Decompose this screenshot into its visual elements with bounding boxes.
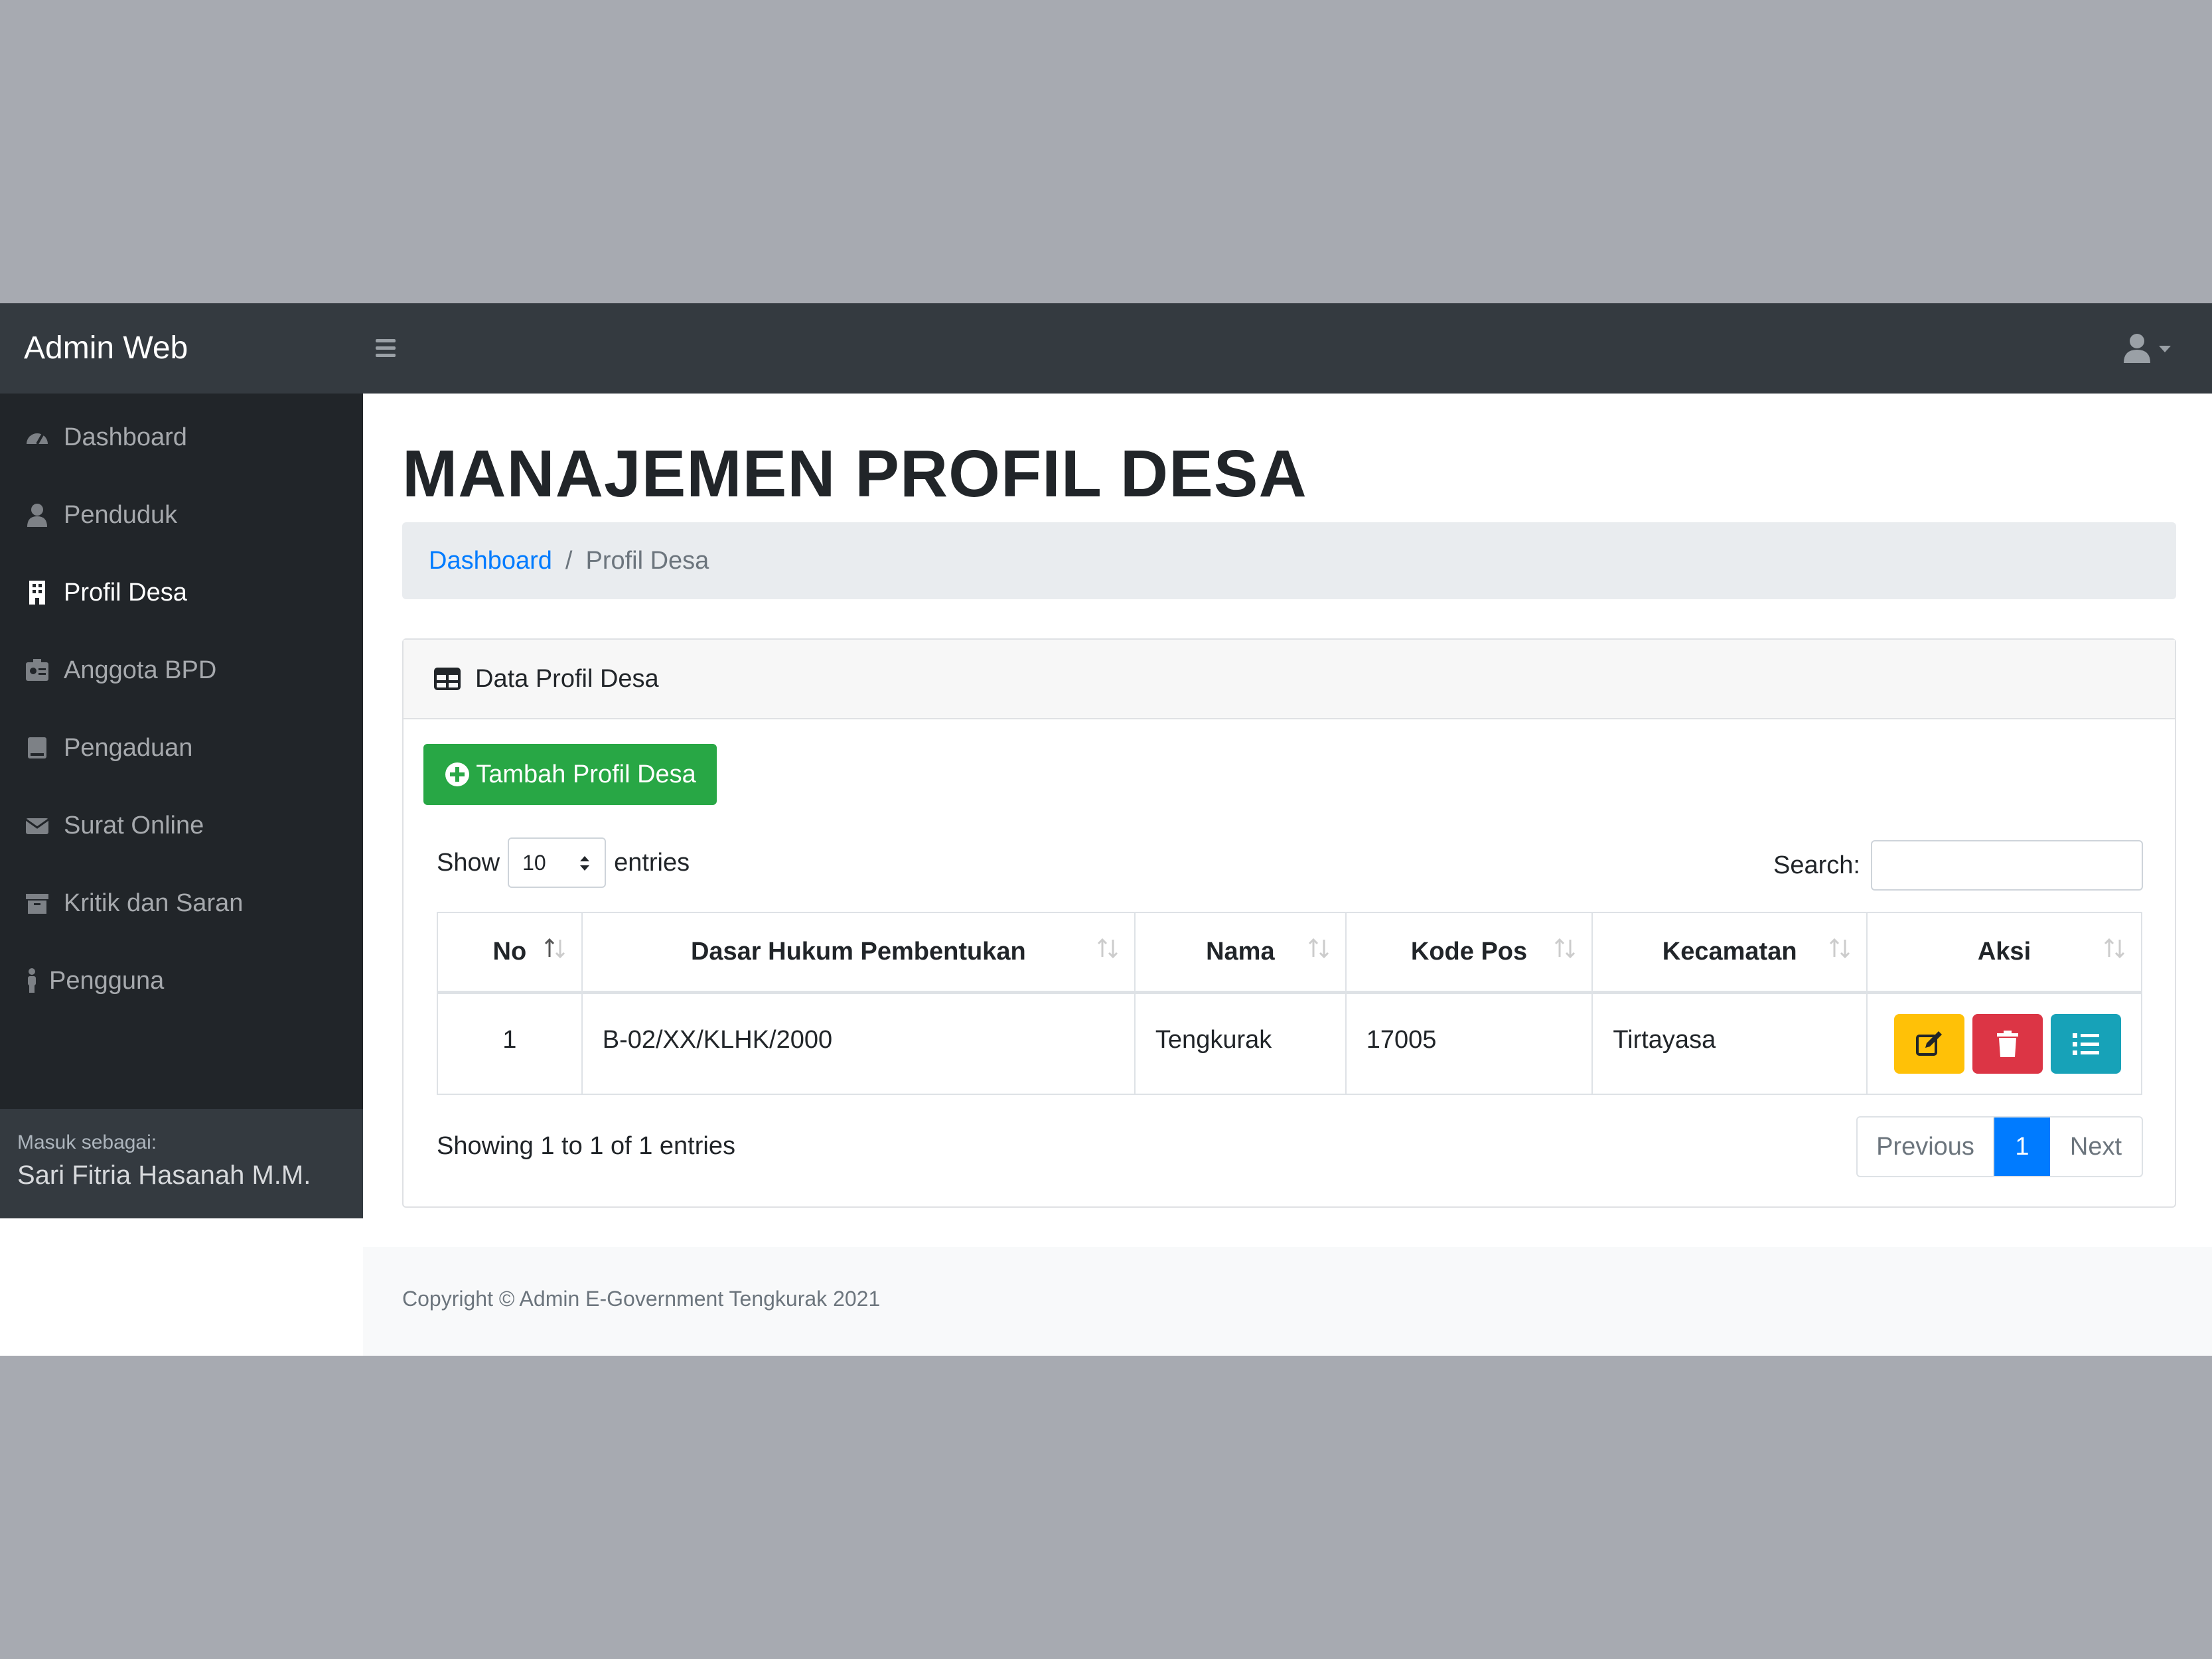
sidebar-item-anggota-bpd[interactable]: Anggota BPD [0,637,363,703]
sidebar-item-profil-desa[interactable]: Profil Desa [0,559,363,626]
top-navbar: Admin Web [0,303,2212,394]
search-control: Search: [1773,840,2143,891]
add-button-label: Tambah Profil Desa [476,760,696,788]
entries-length-control: Show 10 entries [437,837,690,888]
add-profil-desa-button[interactable]: Tambah Profil Desa [423,744,717,805]
sort-icon [1555,938,1576,959]
search-input[interactable] [1871,840,2143,891]
envelope-icon [24,812,50,839]
column-header-kecamatan[interactable]: Kecamatan [1591,912,1868,994]
column-header-label: Aksi [1977,937,2031,966]
sidebar-item-label: Pengguna [49,966,165,995]
entries-select-value: 10 [522,851,546,875]
sidebar-item-surat-online[interactable]: Surat Online [0,792,363,859]
sidebar-item-label: Kritik dan Saran [64,889,244,917]
hamburger-menu-icon[interactable] [370,332,402,364]
sidebar-item-label: Penduduk [64,500,178,529]
book-icon [24,735,50,761]
column-header-no[interactable]: No [437,912,583,994]
plus-circle-icon [444,761,471,788]
profil-desa-table: No Dasar Hukum Pembentukan Nama Kode Pos [437,912,2142,1095]
cell-aksi [1866,991,2142,1095]
page-footer: Copyright © Admin E-Government Tengkurak… [363,1247,2212,1356]
sidebar-item-dashboard[interactable]: Dashboard [0,404,363,470]
card-header: Data Profil Desa [404,640,2175,719]
table-header-row: No Dasar Hukum Pembentukan Nama Kode Pos [437,912,2142,994]
building-icon [24,579,50,606]
column-header-dasar-hukum[interactable]: Dasar Hukum Pembentukan [581,912,1136,994]
sidebar-item-penduduk[interactable]: Penduduk [0,482,363,548]
delete-button[interactable] [1972,1013,2043,1074]
card-title: Data Profil Desa [475,664,659,693]
cell-kode-pos: 17005 [1345,991,1593,1095]
sort-icon [2104,938,2125,959]
show-label: Show [437,848,500,877]
pagination-next-button[interactable]: Next [2050,1118,2142,1176]
table-icon [434,666,461,692]
caret-down-icon [2159,346,2171,352]
column-header-label: Dasar Hukum Pembentukan [690,937,1026,966]
user-dropdown[interactable] [2120,332,2180,366]
pagination-previous-button[interactable]: Previous [1858,1118,1994,1176]
sidebar: Dashboard Penduduk Profil Desa Anggota B… [0,394,363,1109]
male-icon [24,968,40,994]
sidebar-item-label: Profil Desa [64,578,187,607]
column-header-label: No [492,937,527,966]
search-label: Search: [1773,851,1860,879]
logged-in-user: Sari Fitria Hasanah M.M. [17,1161,311,1190]
sidebar-item-kritik-dan-saran[interactable]: Kritik dan Saran [0,870,363,936]
app-window: Admin Web Dashboard Penduduk Profil Desa… [0,303,2212,1356]
id-badge-icon [24,657,50,684]
breadcrumb-link-dashboard[interactable]: Dashboard [429,547,552,575]
sort-icon [1097,938,1118,959]
sort-select-icon [580,856,590,871]
pagination: Previous 1 Next [1856,1116,2143,1177]
cell-no: 1 [437,991,583,1095]
column-header-aksi[interactable]: Aksi [1866,912,2142,994]
entries-label: entries [614,848,690,877]
user-icon [24,502,50,528]
column-header-label: Kecamatan [1662,937,1797,966]
logged-in-label: Masuk sebagai: [17,1131,157,1153]
brand-title[interactable]: Admin Web [24,303,188,394]
table-row: 1 B-02/XX/KLHK/2000 Tengkurak 17005 Tirt… [437,991,2142,1095]
copyright-text: Copyright © Admin E-Government Tengkurak… [402,1287,881,1311]
sidebar-item-label: Dashboard [64,423,187,451]
sidebar-item-label: Pengaduan [64,733,193,762]
column-header-nama[interactable]: Nama [1134,912,1347,994]
edit-icon [1916,1031,1942,1056]
cell-nama: Tengkurak [1134,991,1347,1095]
page-title: MANAJEMEN PROFIL DESA [402,437,1307,511]
sort-asc-icon [544,938,565,959]
sidebar-item-label: Surat Online [64,811,204,839]
column-header-kode-pos[interactable]: Kode Pos [1345,912,1593,994]
sort-icon [1308,938,1329,959]
archive-icon [24,890,50,916]
data-card: Data Profil Desa Tambah Profil Desa Show… [402,638,2176,1208]
column-header-label: Nama [1206,937,1275,966]
edit-button[interactable] [1894,1013,1964,1074]
breadcrumb-current: Profil Desa [585,546,709,575]
trash-icon [1997,1030,2018,1057]
entries-select[interactable]: 10 [508,837,607,888]
sidebar-item-pengaduan[interactable]: Pengaduan [0,715,363,781]
cell-kecamatan: Tirtayasa [1591,991,1868,1095]
cell-dasar-hukum: B-02/XX/KLHK/2000 [581,991,1136,1095]
user-icon [2124,334,2171,363]
sidebar-footer: Masuk sebagai: Sari Fitria Hasanah M.M. [0,1109,363,1218]
tachometer-icon [24,424,50,451]
table-info: Showing 1 to 1 of 1 entries [437,1132,735,1160]
sort-icon [1829,938,1850,959]
breadcrumb: Dashboard / Profil Desa [402,522,2176,599]
breadcrumb-separator: / [565,546,573,575]
column-header-label: Kode Pos [1410,937,1528,966]
pagination-page-1[interactable]: 1 [1994,1118,2050,1176]
sidebar-item-label: Anggota BPD [64,656,217,684]
sidebar-item-pengguna[interactable]: Pengguna [0,948,363,1014]
list-icon [2073,1033,2099,1055]
detail-button[interactable] [2051,1013,2121,1074]
